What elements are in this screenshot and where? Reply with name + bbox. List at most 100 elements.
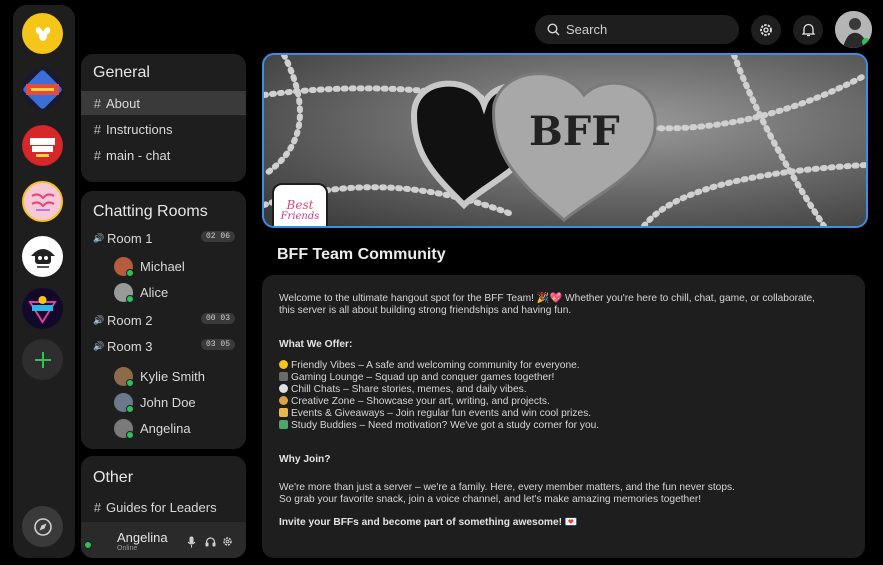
server-icon: Best Friends (272, 183, 328, 226)
online-status-dot (126, 294, 134, 303)
comic-book-logo-icon (22, 125, 63, 166)
offer-item: Events & Giveaways – Join regular fun ev… (279, 408, 591, 419)
server-banner: BFF Best Friends (262, 53, 868, 228)
offer-text: Creative Zone – Showcase your art, writi… (291, 396, 550, 407)
search-bar[interactable]: Search (535, 15, 739, 44)
channel-instructions[interactable]: # Instructions (81, 117, 246, 141)
notifications-button[interactable] (793, 15, 823, 45)
headphones-icon[interactable] (205, 536, 216, 547)
why-line-1: We're more than just a server – we're a … (279, 482, 735, 493)
add-server-button[interactable] (22, 339, 63, 380)
server-bee[interactable] (22, 13, 63, 54)
channel-main-chat[interactable]: # main - chat (81, 143, 246, 167)
server-comedy-club[interactable] (22, 69, 63, 110)
room-label: Room 1 (107, 230, 153, 246)
avatar (114, 366, 134, 387)
server-gaming-neon[interactable] (22, 288, 63, 329)
invite-text: Invite your BFFs and become part of some… (279, 517, 578, 528)
channel-guides-for-leaders[interactable]: # Guides for Leaders (81, 495, 246, 519)
room-badge: 00 03 (200, 313, 235, 324)
room-label: Room 3 (107, 338, 153, 354)
voice-room-1[interactable]: 🔊 Room 1 02 06 (93, 227, 235, 249)
offer-text: Study Buddies – Need motivation? We've g… (291, 420, 600, 431)
search-placeholder: Search (566, 22, 608, 37)
best-friends-logo-icon (30, 192, 55, 211)
intro-line-1: Welcome to the ultimate hangout spot for… (279, 293, 816, 304)
server-gaming-robot[interactable] (22, 236, 63, 277)
settings-gear-icon[interactable] (222, 536, 233, 547)
offer-item: Chill Chats – Share stories, memes, and … (279, 384, 527, 395)
avatar (114, 256, 134, 277)
offer-item: Friendly Vibes – A safe and welcoming co… (279, 360, 580, 371)
general-title: General (93, 64, 150, 81)
other-title: Other (93, 469, 134, 486)
user-name: Angelina (117, 530, 168, 545)
member-alice[interactable]: Alice (114, 281, 168, 303)
palette-icon (279, 396, 288, 405)
online-status-dot (862, 38, 870, 46)
speaker-icon: 🔊 (93, 340, 105, 351)
chatting-rooms-panel: Chatting Rooms 🔊 Room 1 02 06 Michael Al… (81, 191, 246, 449)
online-status-dot (126, 430, 134, 439)
server-best-friends[interactable] (22, 181, 63, 222)
why-line-2: So grab your favorite snack, join a voic… (279, 494, 702, 505)
profile-avatar[interactable] (835, 11, 872, 48)
offer-text: Gaming Lounge – Squad up and conquer gam… (291, 372, 555, 383)
avatar (114, 392, 134, 413)
settings-button[interactable] (751, 15, 781, 45)
microphone-icon[interactable] (187, 536, 196, 548)
community-title: BFF Team Community (277, 246, 446, 263)
speaker-icon: 🔊 (93, 314, 105, 325)
user-bar: Angelina Online (81, 522, 246, 558)
member-michael[interactable]: Michael (114, 255, 185, 277)
compass-icon (33, 517, 52, 536)
offer-text: Friendly Vibes – A safe and welcoming co… (291, 360, 580, 371)
member-name: Kylie Smith (140, 368, 206, 384)
speaker-icon: 🔊 (93, 232, 105, 243)
speech-bubble-icon (279, 384, 288, 393)
party-popper-icon (279, 408, 288, 417)
room-badge: 03 05 (200, 339, 235, 350)
server-comic-book-club[interactable] (22, 125, 63, 166)
gaming-neon-logo-icon (28, 296, 57, 324)
channel-label: main - chat (106, 147, 171, 163)
books-icon (279, 420, 288, 429)
bell-icon (801, 23, 815, 37)
offer-heading: What We Offer: (279, 339, 353, 350)
offer-item: Gaming Lounge – Squad up and conquer gam… (279, 372, 554, 383)
channel-label: Guides for Leaders (106, 499, 217, 515)
channel-label: About (106, 95, 140, 111)
room-badge: 02 06 (200, 231, 235, 242)
comedy-club-logo-icon (23, 70, 62, 109)
server-icon-line2: Friends (280, 211, 320, 222)
voice-room-2[interactable]: 🔊 Room 2 00 03 (93, 309, 235, 331)
online-status-dot (126, 268, 134, 277)
explore-button[interactable] (22, 506, 63, 547)
other-panel: Other # Guides for Leaders Angelina Onli… (81, 456, 246, 558)
member-kylie-smith[interactable]: Kylie Smith (114, 365, 205, 387)
general-panel: General # About # Instructions # main - … (81, 54, 246, 182)
offer-text: Chill Chats – Share stories, memes, and … (291, 384, 527, 395)
chatting-rooms-title: Chatting Rooms (93, 203, 208, 220)
avatar (114, 282, 134, 303)
online-status-dot (84, 541, 92, 549)
hash-icon: # (93, 147, 101, 163)
gear-icon (760, 24, 772, 36)
channel-label: Instructions (106, 121, 173, 137)
channel-about[interactable]: # About (81, 91, 246, 115)
plus-icon (34, 351, 51, 368)
why-heading: Why Join? (279, 454, 331, 465)
offer-item: Study Buddies – Need motivation? We've g… (279, 420, 599, 431)
bff-hearts-banner-image: BFF (264, 55, 866, 226)
member-name: John Doe (140, 394, 196, 410)
offer-item: Creative Zone – Showcase your art, writi… (279, 396, 550, 407)
robot-logo-icon (30, 248, 55, 268)
member-john-doe[interactable]: John Doe (114, 391, 196, 413)
user-status: Online (117, 545, 138, 552)
server-icon-line1: Best (286, 198, 314, 212)
member-angelina[interactable]: Angelina (114, 417, 191, 439)
member-name: Alice (140, 284, 169, 300)
voice-room-3[interactable]: 🔊 Room 3 03 05 (93, 335, 235, 357)
avatar (114, 418, 134, 439)
online-status-dot (126, 404, 134, 413)
